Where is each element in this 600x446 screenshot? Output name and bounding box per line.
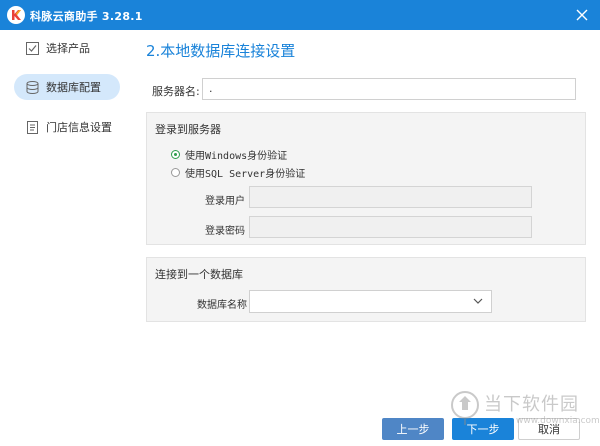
server-name-label: 服务器名:: [152, 85, 200, 98]
close-button[interactable]: [572, 5, 592, 25]
close-icon: [576, 9, 588, 21]
windows-auth-label: 使用Windows身份验证: [185, 151, 288, 162]
login-password-label: 登录密码: [205, 226, 245, 237]
login-user-input: [249, 186, 532, 208]
login-user-label: 登录用户: [205, 196, 245, 207]
sidebar-item-select-product[interactable]: 选择产品: [14, 35, 120, 61]
watermark-url: www.downxia.com: [516, 416, 600, 426]
database-name-label: 数据库名称: [197, 300, 247, 311]
document-icon: [26, 120, 39, 134]
sidebar-item-label: 数据库配置: [46, 81, 101, 94]
title-bar: 科脉云商助手 3.28.1: [0, 0, 600, 30]
sidebar-item-store-info[interactable]: 门店信息设置: [14, 114, 120, 140]
sidebar-item-database-config[interactable]: 数据库配置: [14, 74, 120, 100]
login-password-input: [249, 216, 532, 238]
sidebar: 选择产品 数据库配置 门店信息设置: [0, 30, 133, 446]
main-content: 2.本地数据库连接设置 服务器名: . 登录到服务器 使用Windows身份验证…: [132, 30, 600, 446]
window-title: 科脉云商助手 3.28.1: [30, 10, 143, 23]
database-name-select[interactable]: [249, 290, 492, 313]
app-logo-icon: [7, 6, 25, 24]
previous-button[interactable]: 上一步: [382, 418, 444, 440]
sidebar-item-label: 门店信息设置: [46, 121, 112, 134]
watermark: 当下软件园 www.downxia.com: [448, 388, 600, 438]
database-icon: [26, 80, 39, 94]
database-group: 连接到一个数据库 数据库名称: [146, 257, 586, 322]
sql-auth-label: 使用SQL Server身份验证: [185, 169, 306, 180]
watermark-text: 当下软件园: [484, 394, 579, 415]
checkbox-icon: [26, 41, 39, 55]
login-group: 登录到服务器 使用Windows身份验证 使用SQL Server身份验证 登录…: [146, 112, 586, 245]
chevron-down-icon: [473, 298, 483, 304]
radio-unchecked-icon: [171, 168, 180, 177]
sidebar-item-label: 选择产品: [46, 42, 90, 55]
watermark-logo-icon: [451, 391, 479, 425]
sql-auth-radio[interactable]: 使用SQL Server身份验证: [171, 165, 305, 180]
server-name-input[interactable]: .: [202, 78, 576, 100]
windows-auth-radio[interactable]: 使用Windows身份验证: [171, 147, 287, 162]
page-title: 2.本地数据库连接设置: [146, 42, 296, 60]
radio-checked-icon: [171, 150, 180, 159]
database-group-title: 连接到一个数据库: [155, 268, 243, 281]
login-group-title: 登录到服务器: [155, 123, 221, 136]
